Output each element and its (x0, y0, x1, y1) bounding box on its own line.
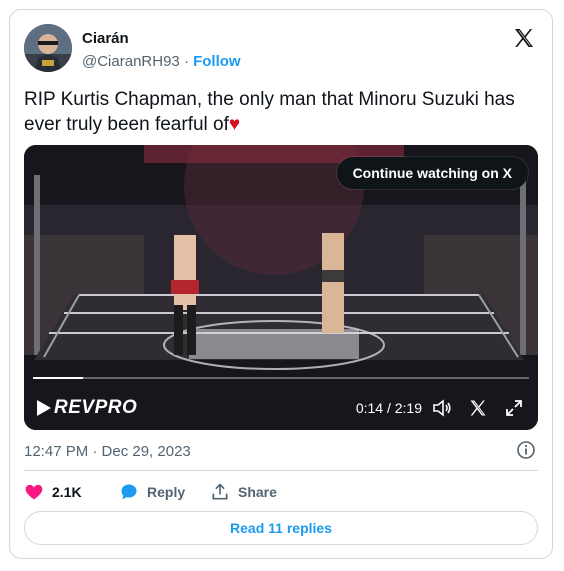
fullscreen-icon[interactable] (504, 398, 524, 418)
share-button[interactable]: Share (210, 482, 277, 502)
share-icon (212, 483, 228, 500)
volume-icon[interactable] (432, 398, 452, 418)
read-replies-button[interactable]: Read 11 replies (24, 511, 538, 545)
x-logo-icon[interactable] (512, 26, 536, 50)
follow-button[interactable]: Follow (193, 53, 241, 70)
author-handle[interactable]: @CiaranRH93 (82, 53, 180, 70)
like-button[interactable]: 2.1K (24, 482, 82, 502)
info-icon[interactable] (516, 440, 536, 460)
separator-dot: · (183, 53, 189, 70)
continue-watching-button[interactable]: Continue watching on X (336, 157, 528, 189)
avatar[interactable] (24, 24, 72, 72)
play-icon[interactable] (36, 399, 52, 417)
progress-bar[interactable] (33, 377, 529, 379)
author-handle-row: @CiaranRH93 · Follow (82, 53, 241, 70)
reply-bubble-icon (121, 484, 137, 500)
heart-emoji: ♥ (228, 114, 241, 135)
share-label: Share (238, 484, 277, 500)
tweet-card: Ciarán @CiaranRH93 · Follow RIP Kurtis C… (9, 9, 553, 559)
heart-icon (25, 484, 43, 500)
author-name[interactable]: Ciarán (82, 30, 129, 47)
reply-label: Reply (147, 484, 186, 500)
tweet-timestamp[interactable]: 12:47 PM · Dec 29, 2023 (24, 443, 191, 460)
video-time: 0:14 / 2:19 (355, 400, 422, 416)
progress-fill (33, 377, 83, 379)
x-logo-icon[interactable] (468, 398, 488, 418)
tweet-body: RIP Kurtis Chapman, the only man that Mi… (24, 89, 515, 135)
video-player[interactable]: Continue watching on X REVPRO 0:14 / 2:1… (24, 145, 538, 430)
like-count: 2.1K (52, 484, 82, 500)
reply-button[interactable]: Reply (119, 482, 185, 502)
tweet-text: RIP Kurtis Chapman, the only man that Mi… (24, 87, 544, 137)
divider (24, 470, 538, 471)
revpro-watermark: REVPRO (54, 397, 138, 418)
